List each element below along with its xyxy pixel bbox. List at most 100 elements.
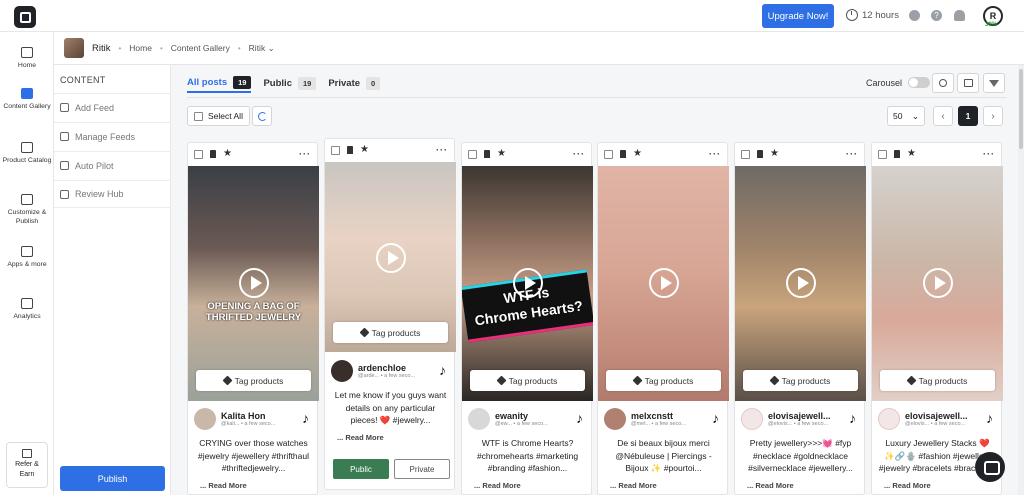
help-icon[interactable]: ? [931,10,942,21]
toggle-icon [60,161,69,170]
breadcrumb-content-gallery[interactable]: Content Gallery [171,43,230,53]
play-icon[interactable] [375,243,406,273]
breadcrumb-home[interactable]: Home [129,43,152,53]
moon-icon[interactable] [909,10,920,21]
more-icon[interactable]: ··· [709,149,721,159]
more-icon[interactable]: ··· [846,149,858,159]
page-number[interactable]: 1 [958,106,978,126]
post-card[interactable]: ★ ··· OPENING A BAG OF THRIFTED JEWELRY T… [187,142,319,495]
nav-item-home[interactable]: Home [0,47,54,70]
breadcrumb-account-dropdown[interactable]: Ritik ⌄ [249,43,275,54]
manage-feeds-item[interactable]: Manage Feeds [54,122,171,150]
play-icon[interactable] [512,268,543,298]
star-icon[interactable]: ★ [633,149,642,159]
card-checkbox[interactable] [194,149,203,159]
search-button[interactable] [932,73,954,93]
tag-products-button[interactable]: Tag products [333,322,448,343]
page-scrollbar[interactable] [1018,65,1024,495]
add-feed-item[interactable]: Add Feed [54,93,171,121]
public-button[interactable]: Public [333,459,389,479]
nav-item-analytics[interactable]: Analytics [0,298,54,321]
bag-icon [21,142,33,153]
star-icon[interactable]: ★ [360,145,369,155]
refer-earn-button[interactable]: Refer & Earn [6,442,48,488]
card-checkbox[interactable] [468,149,477,159]
calendar-button[interactable] [957,73,979,93]
next-page-button[interactable]: › [983,106,1003,126]
pin-icon[interactable] [620,150,626,158]
auto-pilot-item[interactable]: Auto Pilot [54,151,171,179]
more-icon[interactable]: ··· [436,145,448,155]
more-icon[interactable]: ··· [299,149,311,159]
nav-item-product-catalog[interactable]: Product Catalog [0,142,54,165]
play-icon[interactable] [785,268,816,298]
select-all-button[interactable]: Select All [187,106,250,126]
tag-products-button[interactable]: Tag products [196,370,311,391]
post-card[interactable]: ★ ··· Tag products ardenchloe @arde... • a… [324,138,456,490]
more-icon[interactable]: ··· [573,149,585,159]
app-logo[interactable] [14,6,36,28]
star-icon[interactable]: ★ [770,149,779,159]
pin-icon[interactable] [894,150,900,158]
post-media[interactable]: Tag products [872,166,1003,401]
card-checkbox[interactable] [604,149,613,159]
post-caption: Let me know if you guys want details on … [334,390,447,425]
bell-icon[interactable] [954,10,965,21]
content-gallery-main: All posts 19 Public 19 Private 0 Carousel S… [171,65,1024,495]
card-checkbox[interactable] [331,145,340,155]
pin-icon[interactable] [484,150,490,158]
prev-page-button[interactable]: ‹ [933,106,953,126]
more-icon[interactable]: ··· [983,149,995,159]
read-more-link[interactable]: ... Read More [337,433,384,442]
post-card[interactable]: ★ ··· Tag products melxcnstt @mel... • a f… [597,142,729,495]
card-checkbox[interactable] [878,149,887,159]
post-media[interactable]: Tag products [735,166,866,401]
per-page-select[interactable]: 50 ⌄ [887,106,925,126]
post-card[interactable]: ★ ··· WTF is Chrome Hearts? Tag products e… [461,142,593,495]
read-more-link[interactable]: ... Read More [747,481,794,490]
publish-button[interactable]: Publish [60,466,165,491]
nav-item-apps[interactable]: Apps & more [0,246,54,269]
refresh-button[interactable] [252,106,272,126]
card-checkbox[interactable] [741,149,750,159]
post-media[interactable]: WTF is Chrome Hearts? Tag products [462,166,593,401]
tab-public[interactable]: Public 19 [263,73,317,93]
post-card[interactable]: ★ ··· Tag products elovisajewell... @elovi… [871,142,1003,495]
read-more-link[interactable]: ... Read More [474,481,521,490]
play-icon[interactable] [922,268,953,298]
breadcrumb: Ritik • Home • Content Gallery • Ritik ⌄ [54,32,1024,65]
read-more-link[interactable]: ... Read More [610,481,657,490]
carousel-toggle[interactable] [908,77,931,88]
pin-icon[interactable] [347,146,353,154]
tag-products-button[interactable]: Tag products [606,370,721,391]
tab-all-posts[interactable]: All posts 19 [187,73,252,93]
chevron-down-icon: ⌄ [267,42,275,53]
read-more-link[interactable]: ... Read More [200,481,247,490]
tag-products-button[interactable]: Tag products [743,370,858,391]
tag-products-button[interactable]: Tag products [880,370,995,391]
post-card[interactable]: ★ ··· Tag products elovisajewell... @elovi… [734,142,866,495]
tag-products-button[interactable]: Tag products [470,370,585,391]
filter-button[interactable] [983,73,1005,93]
post-media[interactable]: Tag products [325,162,456,352]
star-icon[interactable]: ★ [497,149,506,159]
star-icon[interactable]: ★ [907,149,916,159]
nav-item-content-gallery[interactable]: Content Gallery [0,88,54,111]
pin-icon[interactable] [757,150,763,158]
account-name: Ritik [92,42,111,54]
pin-icon[interactable] [210,150,216,158]
review-hub-item[interactable]: Review Hub [54,180,171,208]
carousel-toggle-group: Carousel [866,77,931,88]
read-more-link[interactable]: ... Read More [884,481,931,490]
play-icon[interactable] [648,268,679,298]
author-avatar [878,408,900,430]
private-button[interactable]: Private [394,459,450,479]
tab-private[interactable]: Private 0 [328,73,381,93]
star-icon[interactable]: ★ [223,149,232,159]
nav-item-customize-publish[interactable]: Customize & Publish [0,194,54,226]
post-media[interactable]: OPENING A BAG OF THRIFTED JEWELRY Tag pr… [188,166,319,401]
play-icon[interactable] [238,268,269,298]
chat-widget-button[interactable] [975,452,1005,482]
upgrade-button[interactable]: Upgrade Now! [762,4,834,28]
post-media[interactable]: Tag products [598,166,729,401]
